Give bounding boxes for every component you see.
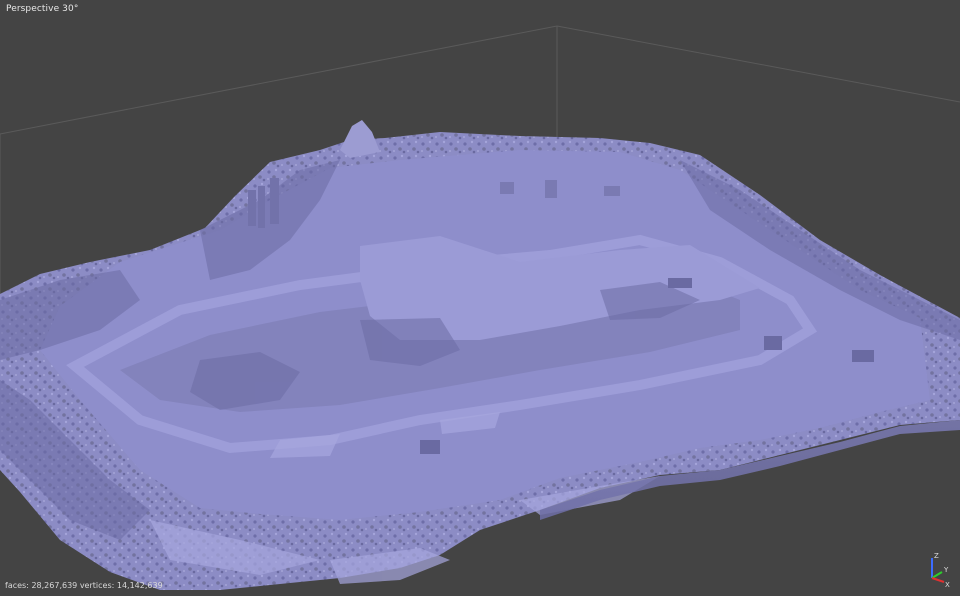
y-axis-label: Y (943, 566, 949, 574)
faces-label: faces: (5, 581, 29, 590)
vertices-label: vertices: (79, 581, 115, 590)
3d-viewport[interactable]: Perspective 30° faces: 28,267,639 vertic… (0, 0, 960, 596)
terrain-mesh (0, 120, 960, 590)
faces-value: 28,267,639 (31, 581, 78, 590)
scene-canvas[interactable] (0, 0, 960, 596)
mesh-stats: faces: 28,267,639 vertices: 14,142,639 (5, 581, 163, 590)
x-axis-label: X (945, 581, 950, 588)
axis-gizmo[interactable]: Z Y X (920, 548, 954, 588)
vertices-value: 14,142,639 (116, 581, 163, 590)
viewport-view-label[interactable]: Perspective 30° (6, 4, 78, 14)
x-axis-icon (931, 577, 945, 583)
z-axis-label: Z (934, 552, 939, 560)
y-axis-icon (931, 571, 943, 579)
